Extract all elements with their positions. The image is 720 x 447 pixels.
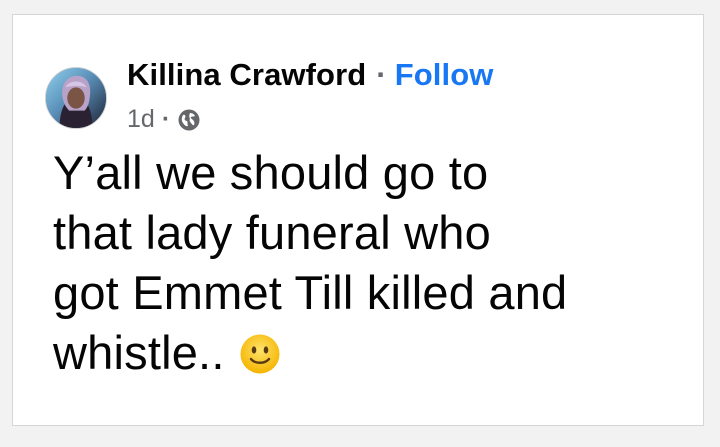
post-header: Killina Crawford · Follow 1d · xyxy=(45,47,665,133)
meta-separator: · xyxy=(161,105,171,133)
avatar-image xyxy=(46,68,106,128)
post-card: Killina Crawford · Follow 1d · Y’all we sh… xyxy=(12,14,704,426)
post-text-line-4: whistle.. xyxy=(53,323,693,383)
globe-icon[interactable] xyxy=(177,108,201,132)
post-timestamp[interactable]: 1d xyxy=(127,105,155,134)
author-name[interactable]: Killina Crawford xyxy=(127,57,366,92)
post-text-line-4-text: whistle.. xyxy=(53,326,225,379)
post-text-line-2: that lady funeral who xyxy=(53,206,491,259)
name-separator: · xyxy=(376,57,387,92)
slightly-smiling-face-icon xyxy=(239,329,281,374)
follow-button[interactable]: Follow xyxy=(395,57,494,92)
post-text-line-3: got Emmet Till killed and xyxy=(53,266,568,319)
post-meta: 1d · xyxy=(127,105,201,134)
post-text-line-1: Y’all we should go to xyxy=(53,146,489,199)
post-body: Y’all we should go to that lady funeral … xyxy=(53,143,693,383)
author-line: Killina Crawford · Follow xyxy=(127,57,493,93)
author-avatar[interactable] xyxy=(45,67,107,129)
